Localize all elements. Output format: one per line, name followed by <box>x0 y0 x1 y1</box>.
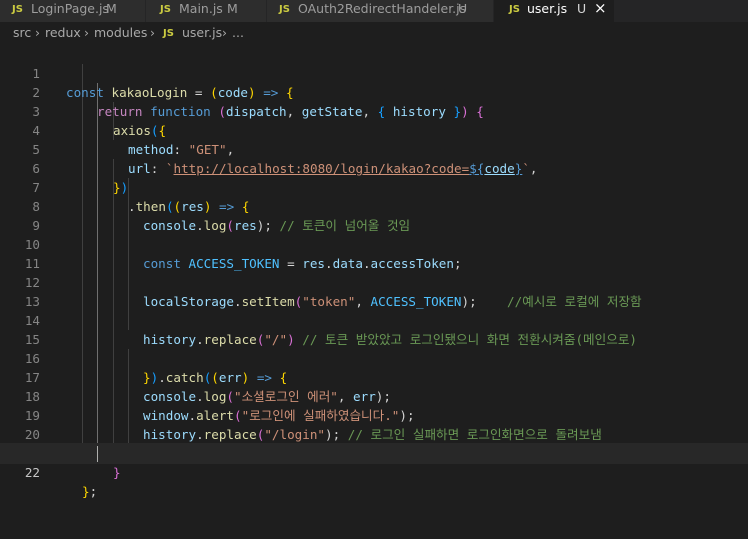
chevron-right-icon: › <box>222 25 227 40</box>
tab-label: OAuth2RedirectHandeler.js <box>298 1 467 16</box>
code-editor[interactable]: 1 const kakaoLogin = (code) => { 2 retur… <box>0 45 748 499</box>
js-file-icon: JS <box>12 4 23 15</box>
tab-main[interactable]: JS Main.js M <box>146 0 267 22</box>
code-line[interactable]: 18 window.alert("로그인에 실패하였습니다."); <box>0 368 748 423</box>
code-line[interactable]: 1 const kakaoLogin = (code) => { <box>0 45 748 100</box>
js-file-icon: JS <box>509 4 520 15</box>
text-cursor <box>97 446 98 462</box>
code-line[interactable]: 20 }) <box>0 406 748 461</box>
tab-status: U <box>458 1 468 16</box>
code-line[interactable]: 17 console.log("소셜로그인 에러", err); <box>0 349 748 404</box>
code-line[interactable]: 2 return function (dispatch, getState, {… <box>0 64 748 119</box>
chevron-right-icon: › <box>84 25 89 40</box>
js-file-icon: JS <box>160 4 171 15</box>
breadcrumb-src[interactable]: src <box>13 22 31 44</box>
code-line[interactable]: 5 url: `http://localhost:8080/login/kaka… <box>0 121 748 176</box>
code-line[interactable]: 13 <box>0 273 748 309</box>
code-line[interactable]: 21 } <box>0 425 748 480</box>
code-line[interactable]: 6 }) <box>0 140 748 195</box>
code-line[interactable]: 12 localStorage.setItem("token", ACCESS_… <box>0 254 748 309</box>
code-line[interactable]: 3 axios({ <box>0 83 748 138</box>
breadcrumb-modules[interactable]: modules <box>94 22 147 44</box>
breadcrumb-more[interactable]: ... <box>232 22 244 44</box>
code-line[interactable]: 15 <box>0 311 748 347</box>
line-number: 22 <box>24 465 40 480</box>
tab-status: U <box>577 1 587 16</box>
tab-label: LoginPage.js <box>31 1 109 16</box>
code-line[interactable]: 4 method: "GET", <box>0 102 748 157</box>
editor-tab-bar: JS LoginPage.js M JS Main.js M JS OAuth2… <box>0 0 748 22</box>
tab-status: M <box>106 1 117 16</box>
close-icon[interactable]: × <box>594 0 607 17</box>
chevron-right-icon: › <box>150 25 155 40</box>
code-line-active[interactable]: 22 }; <box>0 443 748 499</box>
tab-oauth2redirecthandeler[interactable]: JS OAuth2RedirectHandeler.js U <box>267 0 494 22</box>
tab-label: user.js <box>527 1 568 16</box>
breadcrumb-redux[interactable]: redux <box>45 22 81 44</box>
breadcrumb: src › redux › modules › JS user.js › ... <box>0 22 748 44</box>
code-line[interactable]: 9 <box>0 197 748 233</box>
code-line[interactable]: 8 console.log(res); // 토큰이 넘어올 것임 <box>0 178 748 233</box>
code-line[interactable]: 14 history.replace("/") // 토큰 받았았고 로그인됐으… <box>0 292 748 347</box>
chevron-right-icon: › <box>35 25 40 40</box>
js-file-icon: JS <box>279 4 290 15</box>
code-line[interactable]: 16 }).catch((err) => { <box>0 330 748 385</box>
code-line[interactable]: 19 history.replace("/login"); // 로그인 실패하… <box>0 387 748 442</box>
tab-loginpage[interactable]: JS LoginPage.js M <box>0 0 146 22</box>
tab-user[interactable]: JS user.js U × <box>494 0 615 22</box>
js-file-icon: JS <box>163 28 174 39</box>
code-line[interactable]: 7 .then((res) => { <box>0 159 748 214</box>
code-text: }; <box>82 484 98 499</box>
code-line[interactable]: 10 const ACCESS_TOKEN = res.data.accessT… <box>0 216 748 271</box>
code-text: } <box>113 465 121 480</box>
breadcrumb-file[interactable]: user.js <box>182 22 222 44</box>
tab-status: M <box>227 1 238 16</box>
code-line[interactable]: 11 <box>0 235 748 271</box>
tab-label: Main.js <box>179 1 223 16</box>
